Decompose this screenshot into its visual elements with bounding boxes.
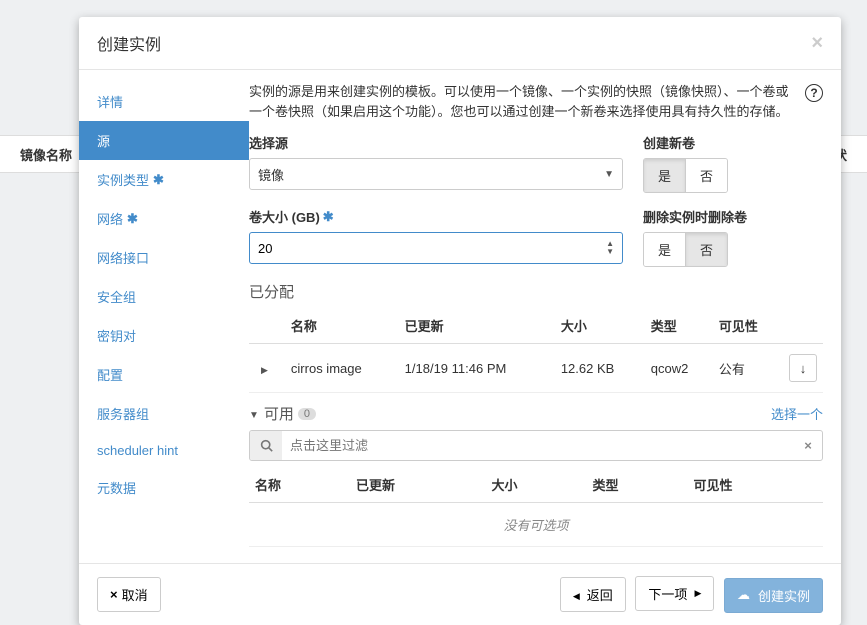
modal-header: 创建实例 ×: [79, 17, 841, 70]
sidebar-item-details[interactable]: 详情: [79, 82, 249, 121]
chevron-down-icon: ▼: [604, 169, 614, 180]
bg-col-image-name: 镜像名称: [20, 145, 72, 164]
col-name: 名称: [285, 308, 399, 344]
modal-footer: ×取消 返回 下一项▶ 创建实例: [79, 563, 841, 625]
spinner-icon[interactable]: ▲▼: [606, 240, 614, 256]
sidebar-item-source[interactable]: 源: [79, 121, 249, 160]
sidebar-item-keypair[interactable]: 密钥对: [79, 316, 249, 355]
required-icon: ✱: [323, 209, 334, 225]
col-updated: 已更新: [399, 308, 555, 344]
delete-on-terminate-label: 删除实例时删除卷: [643, 207, 823, 226]
select-one-link[interactable]: 选择一个: [771, 404, 823, 423]
volume-size-input-wrap: ▲▼: [249, 232, 623, 264]
chevron-left-icon: [573, 587, 583, 602]
delete-vol-yes[interactable]: 是: [644, 233, 685, 266]
expand-row-icon[interactable]: [255, 362, 279, 376]
allocated-table: 名称 已更新 大小 类型 可见性 cirros image 1/18/19 11…: [249, 308, 823, 393]
delete-on-terminate-toggle: 是 否: [643, 232, 728, 267]
col-type: 类型: [645, 308, 713, 344]
avail-col-type: 类型: [586, 467, 687, 503]
cell-visibility: 公有: [713, 344, 783, 393]
sidebar-item-metadata[interactable]: 元数据: [79, 468, 249, 507]
sidebar-item-scheduler-hint[interactable]: scheduler hint: [79, 433, 249, 468]
source-description: 实例的源是用来创建实例的模板。可以使用一个镜像、一个实例的快照（镜像快照）、一个…: [249, 82, 823, 121]
modal-title: 创建实例: [97, 31, 161, 55]
help-icon[interactable]: ?: [805, 84, 823, 102]
sidebar-item-secgroups[interactable]: 安全组: [79, 277, 249, 316]
create-new-volume-label: 创建新卷: [643, 133, 823, 152]
create-volume-no[interactable]: 否: [685, 159, 727, 192]
close-icon: ×: [110, 587, 118, 602]
select-source-dropdown[interactable]: 镜像 ▼: [249, 158, 623, 190]
modal-body: 详情 源 实例类型✱ 网络✱ 网络接口 安全组 密钥对 配置 服务器组 sche…: [79, 70, 841, 563]
volume-size-label: 卷大小 (GB)✱: [249, 207, 623, 226]
allocated-title: 已分配: [249, 281, 823, 302]
wizard-main: 实例的源是用来创建实例的模板。可以使用一个镜像、一个实例的快照（镜像快照）、一个…: [249, 70, 841, 563]
select-source-label: 选择源: [249, 133, 623, 152]
avail-col-updated: 已更新: [350, 467, 486, 503]
sidebar-item-servergroup[interactable]: 服务器组: [79, 394, 249, 433]
volume-size-input[interactable]: [258, 241, 606, 256]
avail-col-size: 大小: [486, 467, 587, 503]
delete-vol-no[interactable]: 否: [685, 233, 727, 266]
filter-input[interactable]: [282, 431, 794, 460]
create-instance-modal: 创建实例 × 详情 源 实例类型✱ 网络✱ 网络接口 安全组 密钥对 配置 服务…: [79, 17, 841, 625]
available-title: 可用 0: [249, 403, 316, 424]
wizard-sidebar: 详情 源 实例类型✱ 网络✱ 网络接口 安全组 密钥对 配置 服务器组 sche…: [79, 70, 249, 563]
deallocate-button[interactable]: ↓: [789, 354, 817, 382]
available-table: 名称 已更新 大小 类型 可见性: [249, 467, 823, 503]
cancel-button[interactable]: ×取消: [97, 577, 161, 612]
available-empty: 没有可选项: [249, 503, 823, 547]
sidebar-item-network[interactable]: 网络✱: [79, 199, 249, 238]
available-filter: ×: [249, 430, 823, 461]
close-icon[interactable]: ×: [811, 32, 823, 55]
sidebar-item-flavor[interactable]: 实例类型✱: [79, 160, 249, 199]
search-icon: [250, 431, 282, 460]
select-source-value: 镜像: [258, 165, 284, 184]
create-new-volume-toggle: 是 否: [643, 158, 728, 193]
available-count-badge: 0: [298, 408, 316, 420]
sidebar-item-config[interactable]: 配置: [79, 355, 249, 394]
launch-instance-button[interactable]: 创建实例: [724, 578, 823, 613]
back-button[interactable]: 返回: [560, 577, 626, 612]
avail-col-visibility: 可见性: [687, 467, 823, 503]
create-volume-yes[interactable]: 是: [644, 159, 685, 192]
col-size: 大小: [555, 308, 645, 344]
cloud-upload-icon: [737, 587, 754, 603]
cell-type: qcow2: [645, 344, 713, 393]
sidebar-item-ports[interactable]: 网络接口: [79, 238, 249, 277]
cell-size: 12.62 KB: [555, 344, 645, 393]
cell-updated: 1/18/19 11:46 PM: [399, 344, 555, 393]
required-icon: ✱: [153, 172, 164, 188]
next-button[interactable]: 下一项▶: [635, 576, 714, 611]
col-visibility: 可见性: [713, 308, 783, 344]
chevron-right-icon: ▶: [694, 588, 701, 599]
clear-filter-icon[interactable]: ×: [794, 431, 822, 460]
table-row: cirros image 1/18/19 11:46 PM 12.62 KB q…: [249, 344, 823, 393]
chevron-down-icon[interactable]: [249, 405, 264, 422]
cell-name: cirros image: [285, 344, 399, 393]
required-icon: ✱: [127, 211, 138, 227]
avail-col-name: 名称: [249, 467, 350, 503]
